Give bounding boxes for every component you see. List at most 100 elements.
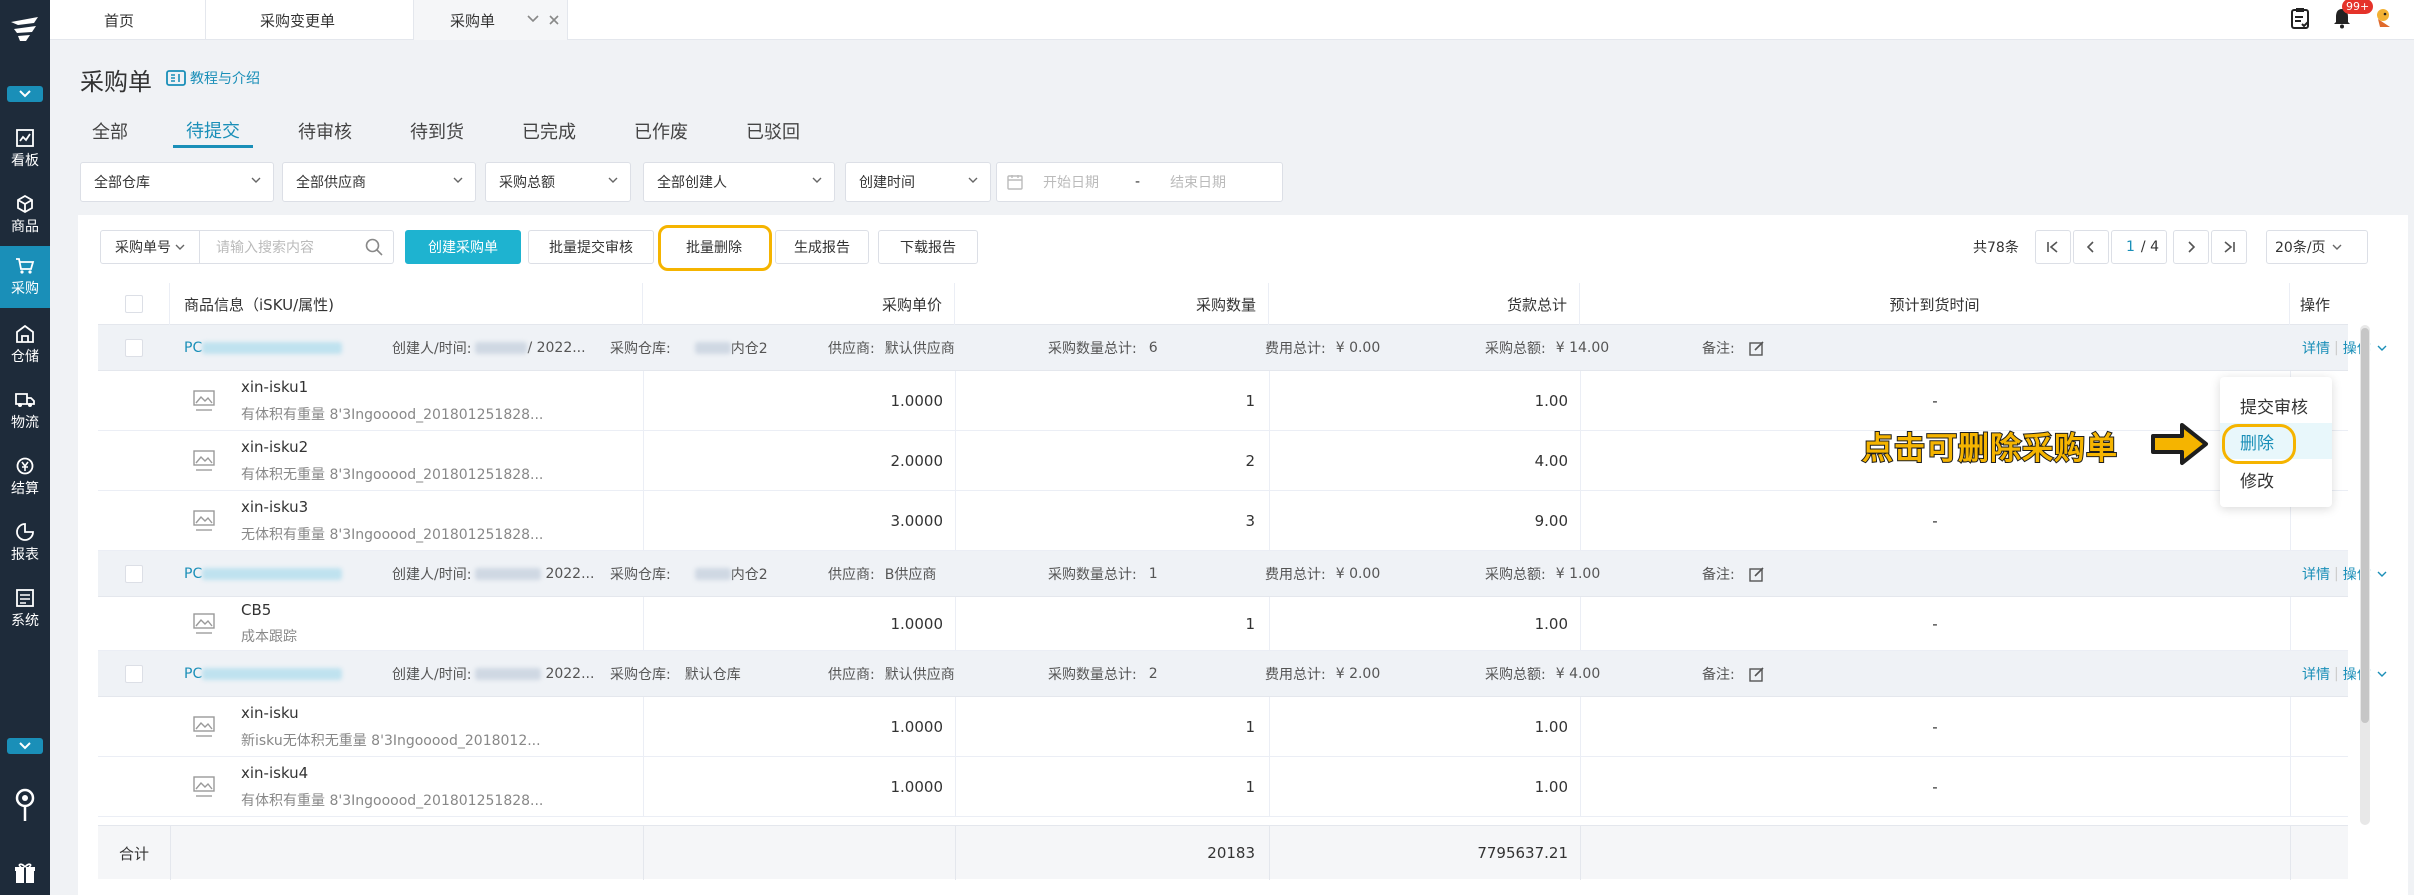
tab-completed[interactable]: 已完成 xyxy=(509,114,589,148)
item-price: 1.0000 xyxy=(890,718,944,736)
nav-item-reports[interactable]: 报表 xyxy=(0,512,50,574)
menu-item-submit-review[interactable]: 提交审核 xyxy=(2220,387,2332,423)
tab-rejected[interactable]: 已驳回 xyxy=(733,114,813,148)
detail-link[interactable]: 详情 xyxy=(2302,564,2330,584)
warehouse-select[interactable]: 全部仓库 xyxy=(80,162,274,202)
next-page-button[interactable] xyxy=(2173,230,2209,264)
po-checkbox[interactable] xyxy=(125,565,143,583)
nav-item-purchase[interactable]: 采购 xyxy=(0,246,50,308)
table-row: xin-isku4 有体积有重量 8'3Ingooood_20180125182… xyxy=(98,757,2348,817)
item-attr: 新isku无体积无重量 8'3Ingooood_2018012... xyxy=(241,733,541,749)
app-logo[interactable] xyxy=(0,0,50,58)
col-subtotal: 货款总计 xyxy=(1269,283,1580,325)
close-icon[interactable] xyxy=(549,15,559,25)
last-page-icon xyxy=(2224,241,2235,253)
nav-item-settlement[interactable]: 结算 xyxy=(0,446,50,508)
first-page-icon xyxy=(2047,241,2058,253)
item-qty: 1 xyxy=(1245,615,1255,633)
menu-item-edit[interactable]: 修改 xyxy=(2220,461,2332,497)
po-remark: 备注: xyxy=(1702,651,1765,697)
item-sku: xin-isku1 xyxy=(241,378,309,396)
current-page: 1 xyxy=(2126,239,2135,255)
nav-item-logistics[interactable]: 物流 xyxy=(0,380,50,442)
po-creator: 创建人/时间: 2022... xyxy=(392,566,595,583)
po-actions: 详情 | 操作 xyxy=(2302,551,2387,597)
item-attr: 有体积有重量 8'3Ingooood_201801251828... xyxy=(241,407,544,423)
table-footer: 合计 20183 7795637.21 xyxy=(98,825,2348,880)
po-checkbox[interactable] xyxy=(125,665,143,683)
user-avatar[interactable] xyxy=(2374,7,2394,33)
todo-button[interactable] xyxy=(2290,7,2310,33)
item-subtotal: 9.00 xyxy=(1534,512,1568,530)
total-amount-select[interactable]: 采购总额 xyxy=(485,162,631,202)
chevron-down-icon[interactable] xyxy=(527,15,539,23)
select-all-checkbox[interactable] xyxy=(124,295,143,313)
last-page-button[interactable] xyxy=(2211,230,2247,264)
date-range-picker[interactable]: 开始日期 - 结束日期 xyxy=(996,162,1283,202)
prev-page-button[interactable] xyxy=(2073,230,2109,264)
chart-icon xyxy=(15,522,35,542)
table-row: xin-isku3 无体积有重量 8'3Ingooood_20180125182… xyxy=(98,491,2348,551)
download-report-button[interactable]: 下载报告 xyxy=(878,230,978,264)
tab-purchase-order[interactable]: 采购单 xyxy=(414,0,568,40)
sidebar-more-toggle[interactable] xyxy=(7,738,43,754)
select-value: 创建时间 xyxy=(859,175,915,191)
chevron-down-icon xyxy=(19,742,31,750)
edit-icon[interactable] xyxy=(1749,566,1765,582)
tutorial-link[interactable]: 教程与介绍 xyxy=(166,68,260,88)
po-creator: 创建人/时间: 2022... xyxy=(392,666,595,683)
annotation-text: 点击可删除采购单 xyxy=(1861,430,2118,468)
batch-delete-highlight xyxy=(658,225,772,271)
nav-item-products[interactable]: 商品 xyxy=(0,184,50,246)
search-input[interactable]: 请输入搜索内容 xyxy=(200,230,394,264)
supplier-select[interactable]: 全部供应商 xyxy=(282,162,476,202)
tab-pending-review[interactable]: 待审核 xyxy=(285,114,365,148)
creator-select[interactable]: 全部创建人 xyxy=(643,162,835,202)
tab-pending-submit[interactable]: 待提交 xyxy=(173,114,253,148)
nav-label: 看板 xyxy=(11,153,39,169)
arrow-right-icon xyxy=(2151,423,2208,465)
tab-home[interactable]: 首页 xyxy=(50,0,206,40)
po-checkbox[interactable] xyxy=(125,339,143,357)
gift-button[interactable] xyxy=(0,858,50,888)
po-actions: 详情 | 操作 xyxy=(2302,651,2387,697)
chevron-down-icon xyxy=(2332,244,2342,250)
tab-voided[interactable]: 已作废 xyxy=(621,114,701,148)
location-pin-button[interactable] xyxy=(0,780,50,830)
generate-report-button[interactable]: 生成报告 xyxy=(775,230,869,264)
top-right-icons: 99+ xyxy=(2290,0,2394,40)
search-icon[interactable] xyxy=(365,238,383,256)
time-type-select[interactable]: 创建时间 xyxy=(845,162,991,202)
po-number-link[interactable]: PC xyxy=(184,325,343,371)
end-date-input[interactable]: 结束日期 xyxy=(1170,172,1226,192)
detail-link[interactable]: 详情 xyxy=(2302,664,2330,684)
cube-icon xyxy=(15,194,35,214)
start-date-input[interactable]: 开始日期 xyxy=(1043,172,1099,192)
notification-button[interactable]: 99+ xyxy=(2332,0,2374,33)
nav-label: 商品 xyxy=(11,219,39,235)
po-number-link[interactable]: PC xyxy=(184,651,343,697)
table-row: CB5 成本跟踪 1.0000 1 1.00 - xyxy=(98,597,2348,651)
nav-item-system[interactable]: 系统 xyxy=(0,578,50,640)
tab-pending-arrival[interactable]: 待到货 xyxy=(397,114,477,148)
create-po-button[interactable]: 创建采购单 xyxy=(405,230,521,264)
chevron-down-icon xyxy=(608,177,618,183)
po-amount-total: 采购总额: ¥ 14.00 xyxy=(1485,340,1610,357)
first-page-button[interactable] xyxy=(2035,230,2071,264)
batch-submit-button[interactable]: 批量提交审核 xyxy=(528,230,654,264)
table-scrollbar-thumb[interactable] xyxy=(2361,328,2369,723)
search-field-select[interactable]: 采购单号 xyxy=(100,230,200,264)
tab-all[interactable]: 全部 xyxy=(80,114,141,148)
tab-purchase-change[interactable]: 采购变更单 xyxy=(206,0,414,40)
item-subtotal: 1.00 xyxy=(1534,392,1568,410)
po-number-link[interactable]: PC xyxy=(184,551,343,597)
nav-item-dashboard[interactable]: 看板 xyxy=(0,118,50,180)
edit-icon[interactable] xyxy=(1749,666,1765,682)
location-pin-icon xyxy=(15,788,35,821)
detail-link[interactable]: 详情 xyxy=(2302,338,2330,358)
page-size-select[interactable]: 20条/页 xyxy=(2266,230,2368,264)
edit-icon[interactable] xyxy=(1749,340,1765,356)
nav-item-warehouse[interactable]: 仓储 xyxy=(0,314,50,376)
sidebar-collapse-toggle[interactable] xyxy=(7,86,43,102)
page-number-input[interactable]: 1 / 4 xyxy=(2111,230,2167,264)
